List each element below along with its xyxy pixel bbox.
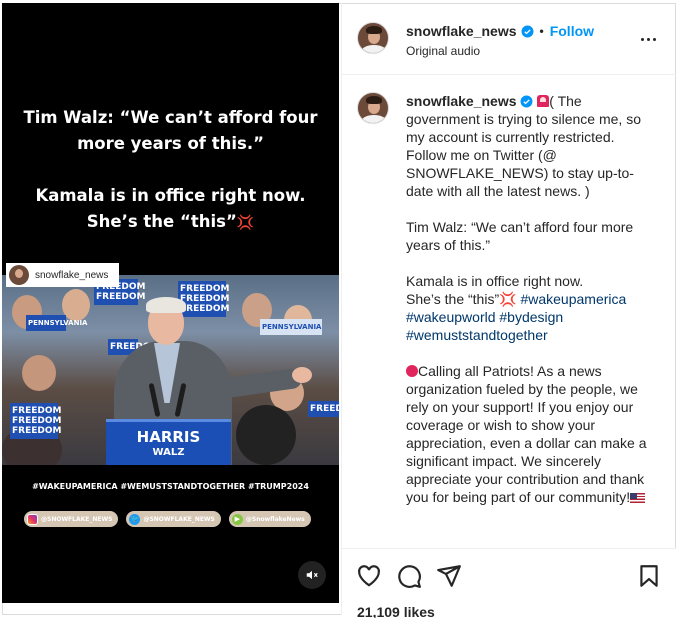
overlay-line-4: She’s the “this” [86, 212, 237, 231]
more-dot-icon [640, 37, 644, 41]
more-options-button[interactable] [638, 29, 658, 49]
verified-badge-icon [521, 25, 533, 37]
repost-avatar [9, 265, 29, 285]
video-frame[interactable]: FREEDOM FREEDOM FREEDOM FREEDOM FREEDOM FRE… [2, 275, 339, 465]
follow-button[interactable]: Follow [550, 23, 594, 39]
instagram-handle: @SNOWFLAKE_NEWS [24, 511, 119, 527]
overlay-quote: Tim Walz: “We can’t afford four more yea… [2, 105, 339, 157]
action-bar: 21,109 likes [342, 548, 676, 618]
hashtag-link[interactable]: #wakeupamerica [520, 291, 626, 307]
caption-line: Kamala is in office right now. [406, 273, 584, 289]
rumble-handle: ▶ @SnowflakeNews [228, 511, 311, 527]
crowd-person [236, 405, 296, 465]
us-flag-icon [630, 493, 646, 503]
hashtag-link[interactable]: #wakeupworld [406, 309, 496, 325]
original-audio-link[interactable]: Original audio [406, 44, 480, 58]
state-sign: PENNSYLVANIA [26, 315, 87, 331]
rumble-icon: ▶ [231, 513, 243, 525]
heart-icon[interactable] [356, 563, 382, 589]
overlay-comment: Kamala is in office right now. She’s the… [2, 183, 339, 236]
podium: HARRIS WALZ [106, 419, 231, 465]
repost-username: snowflake_news [35, 269, 109, 281]
twitter-icon: 🐦 [129, 513, 141, 525]
caption-avatar[interactable] [357, 92, 389, 124]
post-details-panel: snowflake_news • Follow Original audio s… [341, 3, 676, 618]
separator-dot: • [539, 24, 544, 38]
speaker-hand [292, 367, 312, 383]
like-count[interactable]: 21,109 likes [357, 604, 435, 618]
speaker-hair [146, 297, 186, 313]
comment-icon[interactable] [396, 563, 422, 589]
post-caption: snowflake_news ( The government is tryin… [406, 92, 656, 547]
post-header: snowflake_news • Follow Original audio [342, 3, 676, 75]
post-media[interactable]: Tim Walz: “We can’t afford four more yea… [2, 3, 339, 603]
red-circle-icon [406, 365, 418, 377]
repost-tag: snowflake_news [6, 263, 119, 287]
overlay-line-3: Kamala is in office right now. [35, 186, 306, 205]
speaker-muted-icon [306, 570, 318, 580]
video-hashtags: #WAKEUPAMERICA #WEMUSTSTANDTOGETHER #TRU… [32, 482, 309, 491]
caption-line: She’s the “this” [406, 291, 500, 307]
overlay-line-1: Tim Walz: “We can’t afford four [23, 108, 318, 127]
hashtag-link[interactable]: #wemuststandtogether [406, 327, 548, 343]
crowd-person [62, 289, 90, 321]
crowd-person [22, 355, 56, 391]
caption-username[interactable]: snowflake_news [406, 93, 517, 109]
freedom-sign: FREEDOM FREEDOM FREEDOM [178, 281, 229, 317]
anger-icon: 💢 [236, 215, 255, 231]
hashtag-link[interactable]: #bydesign [499, 309, 563, 325]
podium-subtitle: WALZ [152, 447, 185, 458]
twitter-handle: 🐦 @SNOWFLAKE_NEWS [126, 511, 221, 527]
siren-emoji-icon [537, 95, 550, 107]
bookmark-icon[interactable] [636, 563, 662, 589]
instagram-icon [27, 513, 38, 525]
share-icon[interactable] [436, 563, 462, 589]
podium-title: HARRIS [136, 428, 201, 446]
verified-badge-icon [520, 95, 533, 108]
author-avatar[interactable] [357, 22, 389, 54]
author-username[interactable]: snowflake_news [406, 23, 517, 39]
freedom-sign: FREEDOM [308, 401, 339, 417]
caption-quote: Tim Walz: “We can’t afford four more yea… [406, 219, 634, 253]
freedom-sign: FREEDOM FREEDOM FREEDOM [10, 403, 61, 439]
social-handles: @SNOWFLAKE_NEWS 🐦 @SNOWFLAKE_NEWS ▶ @Sno… [24, 511, 311, 527]
overlay-line-2: more years of this.” [77, 134, 264, 153]
mute-button[interactable] [298, 561, 326, 589]
anger-icon: 💢 [499, 291, 517, 307]
state-sign: PENNSYLVANIA [260, 319, 322, 335]
caption-appeal: Calling all Patriots! As a news organiza… [406, 363, 647, 505]
